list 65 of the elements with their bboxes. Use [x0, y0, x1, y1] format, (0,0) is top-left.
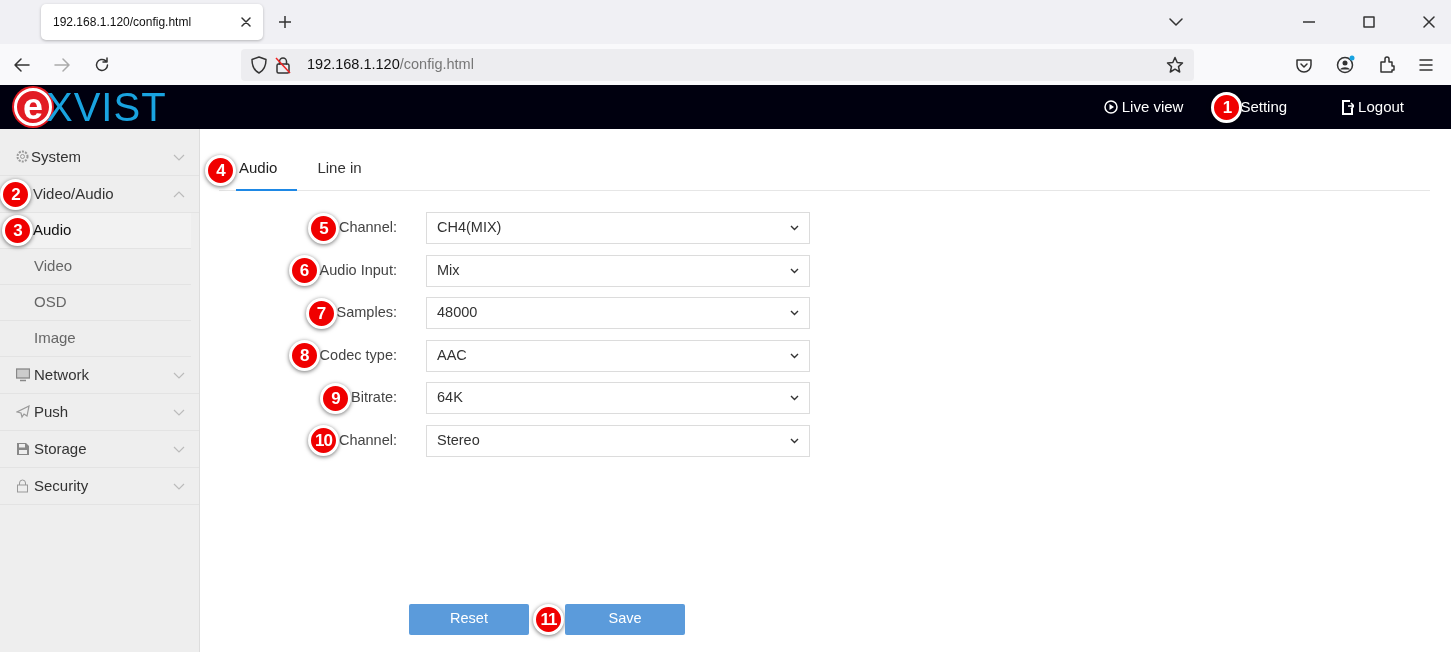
field-label: Channel:	[338, 430, 397, 450]
dropdown-field[interactable]: 64K	[426, 382, 810, 414]
sidebar-item[interactable]: System	[0, 139, 199, 176]
field-label: Codec type:	[319, 345, 397, 365]
chevron-down-icon	[173, 445, 185, 453]
nav-link[interactable]: Setting	[1240, 95, 1288, 119]
reload-icon[interactable]	[94, 56, 110, 73]
chevron-down-icon[interactable]	[1169, 18, 1183, 26]
plus-icon[interactable]	[279, 16, 291, 28]
sidebar-item[interactable]: Storage	[0, 431, 199, 468]
field-label: Samples:	[336, 303, 397, 323]
submenu-item[interactable]: OSD	[0, 285, 191, 321]
url-text: 192.168.1.120/config.html	[307, 54, 474, 74]
callout-marker: 1	[1211, 91, 1243, 123]
dropdown-field[interactable]: 48000	[426, 297, 810, 329]
nav-link[interactable]: Live view	[1103, 95, 1184, 119]
close-icon[interactable]	[241, 17, 251, 27]
tab[interactable]: Line in	[297, 156, 382, 191]
chevron-down-icon	[790, 437, 799, 444]
close-icon[interactable]	[1423, 16, 1435, 28]
chevron-down-icon	[790, 225, 799, 231]
chevron-down-icon	[173, 408, 185, 416]
dropdown-field[interactable]: CH4(MIX)	[426, 212, 810, 244]
lock-icon	[16, 479, 30, 493]
field-label: Audio Input:	[319, 260, 397, 280]
nav-link[interactable]: Logout	[1341, 95, 1404, 119]
back-arrow-icon[interactable]	[14, 57, 30, 72]
monitor-icon	[16, 368, 30, 382]
chevron-down-icon	[790, 267, 799, 274]
sidebar-item[interactable]: Push	[0, 394, 199, 431]
chevron-down-icon	[790, 395, 799, 401]
address-bar[interactable]: 192.168.1.120/config.html	[241, 48, 1194, 81]
pocket-icon[interactable]	[1296, 56, 1312, 73]
dropdown-field[interactable]: Stereo	[426, 424, 810, 457]
field-label: Channel:	[338, 218, 397, 238]
paper-plane-icon	[16, 405, 30, 419]
chevron-down-icon	[790, 352, 799, 359]
star-icon[interactable]	[1166, 55, 1184, 74]
chevron-down-icon	[173, 482, 185, 490]
field-label: Bitrate:	[351, 388, 397, 408]
callout-marker: 3	[2, 215, 33, 246]
sidebar-item[interactable]: Security	[0, 468, 199, 505]
dropdown-field[interactable]: Mix	[426, 254, 810, 287]
sidebar-item[interactable]: Network	[0, 357, 199, 394]
chevron-up-icon	[173, 190, 185, 198]
submenu-item[interactable]: 3 Audio	[0, 213, 191, 249]
browser-tab[interactable]: 192.168.1.120/config.html	[41, 4, 263, 40]
play-icon	[1103, 100, 1118, 114]
puzzle-icon[interactable]	[1379, 56, 1395, 73]
chevron-down-icon	[790, 310, 799, 316]
account-icon[interactable]	[1336, 55, 1355, 74]
gear-icon	[16, 150, 30, 164]
logout-icon	[1341, 99, 1355, 115]
shield-icon	[251, 55, 267, 74]
maximize-icon[interactable]	[1363, 16, 1375, 28]
chevron-down-icon	[173, 153, 185, 161]
menu-icon[interactable]	[1419, 58, 1433, 71]
tab[interactable]: Audio	[236, 156, 298, 191]
dropdown-field[interactable]: AAC	[426, 339, 810, 372]
insecure-lock-icon	[275, 55, 291, 74]
callout-marker: 2	[0, 178, 31, 210]
callout-marker: 4	[205, 155, 236, 186]
chevron-down-icon	[173, 371, 185, 379]
submenu-item[interactable]: Image	[0, 321, 191, 357]
submenu-item[interactable]: Video	[0, 249, 191, 285]
